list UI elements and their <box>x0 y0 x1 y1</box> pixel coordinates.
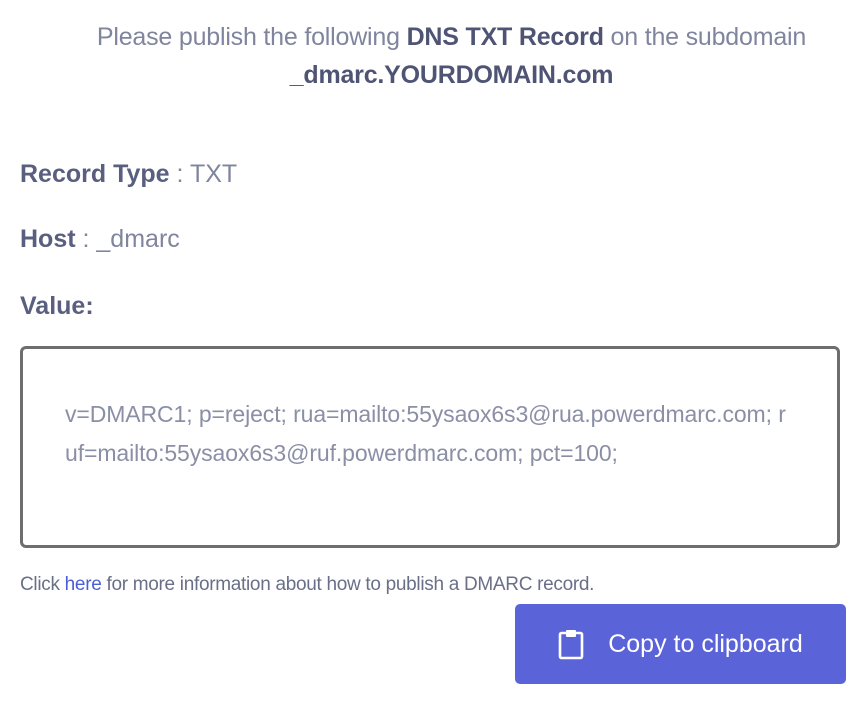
help-text: Click here for more information about ho… <box>20 572 594 598</box>
instructions-middle: on the subdomain <box>603 23 807 51</box>
help-link[interactable]: here <box>65 574 102 595</box>
instructions-prefix: Please publish the following <box>96 23 407 51</box>
help-suffix: for more information about how to publis… <box>101 574 595 595</box>
host-value: _dmarc <box>96 225 180 253</box>
record-type-row: Record Type : TXT <box>20 158 237 190</box>
copy-button-label: Copy to clipboard <box>608 629 803 658</box>
record-type-label: Record Type <box>20 160 170 188</box>
subdomain-name: _dmarc.YOURDOMAIN.com <box>289 61 614 89</box>
record-value-text[interactable]: v=DMARC1; p=reject; rua=mailto:55ysaox6s… <box>65 395 795 473</box>
host-label: Host <box>20 225 76 253</box>
host-row: Host : _dmarc <box>20 223 180 255</box>
record-value-box[interactable]: v=DMARC1; p=reject; rua=mailto:55ysaox6s… <box>20 346 840 548</box>
host-separator: : <box>75 225 97 253</box>
record-name: DNS TXT Record <box>406 23 604 51</box>
copy-to-clipboard-button[interactable]: Copy to clipboard <box>515 604 846 684</box>
value-label: Value: <box>20 292 94 320</box>
instructions-heading: Please publish the following DNS TXT Rec… <box>40 18 863 94</box>
clipboard-icon <box>558 628 584 660</box>
record-type-separator: : <box>169 160 190 188</box>
record-type-value: TXT <box>189 160 238 188</box>
help-prefix: Click <box>20 574 65 595</box>
value-row: Value: <box>20 290 94 322</box>
